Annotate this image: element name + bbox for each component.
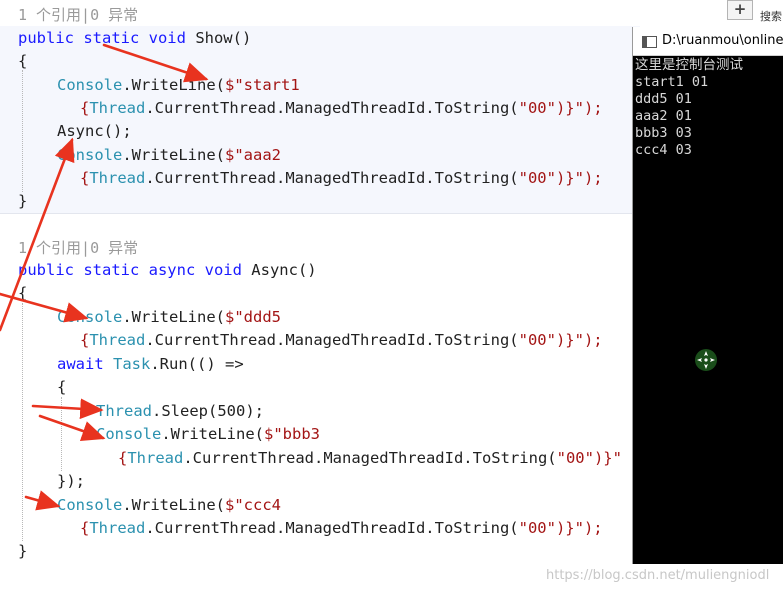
search-label[interactable]: 搜索 <box>760 8 783 26</box>
format-arg: "00" <box>556 449 594 467</box>
thread-id-expression[interactable]: {Thread.CurrentThread.ManagedThreadId.To… <box>80 167 603 190</box>
type-name: Thread <box>89 99 146 117</box>
watermark: https://blog.csdn.net/muliengniodl <box>546 568 770 583</box>
string-literal: aaa2 <box>243 146 281 164</box>
brace: { <box>118 449 128 467</box>
indent-guide <box>61 397 62 471</box>
tail: )}"); <box>555 99 603 117</box>
console-line: ccc4 03 <box>635 142 692 158</box>
type-name: Thread <box>89 169 146 187</box>
brace-close: } <box>18 542 28 560</box>
indent-guide <box>22 70 23 192</box>
add-button[interactable]: + <box>727 0 753 20</box>
method-call: .Sleep(500); <box>152 402 264 420</box>
interp-prefix: $" <box>224 308 244 326</box>
member-chain: .CurrentThread.ManagedThreadId.ToString( <box>145 99 519 117</box>
brace: { <box>80 99 90 117</box>
keyword: await <box>57 355 104 373</box>
console-window[interactable]: D:\ruanmou\online1 这里是控制台测试 start1 01 dd… <box>632 27 783 564</box>
await-task-run[interactable]: await Task.Run(() => <box>57 353 244 376</box>
method-call: .Run(() => <box>150 355 244 373</box>
method-name: Show() <box>185 29 252 47</box>
method-call: .WriteLine( <box>122 308 225 326</box>
thread-id-expression[interactable]: {Thread.CurrentThread.ManagedThreadId.To… <box>80 97 603 120</box>
method-call: .WriteLine( <box>122 76 225 94</box>
writeline-ddd5[interactable]: Console.WriteLine($"ddd5 <box>57 306 281 329</box>
tail: )}"); <box>555 519 603 537</box>
thread-id-expression-truncated[interactable]: {Thread.CurrentThread.ManagedThreadId.To… <box>118 447 622 470</box>
type-name: Console <box>57 146 123 164</box>
indent-guide <box>22 303 23 541</box>
thread-id-expression[interactable]: {Thread.CurrentThread.ManagedThreadId.To… <box>80 517 603 540</box>
method-name: Async() <box>241 261 317 279</box>
method-call: .WriteLine( <box>122 146 225 164</box>
member-chain: .CurrentThread.ManagedThreadId.ToString( <box>145 331 519 349</box>
console-output: 这里是控制台测试 start1 01 ddd5 01 aaa2 01 bbb3 … <box>635 57 783 159</box>
console-titlebar[interactable]: D:\ruanmou\online1 <box>633 27 783 56</box>
writeline-start1[interactable]: Console.WriteLine($"start1 <box>57 74 300 97</box>
type-name: Console <box>57 308 123 326</box>
type-name: Thread <box>89 331 146 349</box>
console-line: ddd5 01 <box>635 91 692 107</box>
thread-sleep[interactable]: Thread.Sleep(500); <box>96 400 264 423</box>
interp-prefix: $" <box>224 76 244 94</box>
tail: )}" <box>593 449 622 467</box>
console-line: aaa2 01 <box>635 108 692 124</box>
type-name: Console <box>57 496 123 514</box>
format-arg: "00" <box>518 519 556 537</box>
lambda-brace-open: { <box>57 378 67 396</box>
console-line: start1 01 <box>635 74 709 90</box>
brace: { <box>80 519 90 537</box>
lambda-brace-close: }); <box>57 472 85 490</box>
tail: )}"); <box>555 169 603 187</box>
type-name: Task <box>113 355 151 373</box>
show-signature[interactable]: public static void Show() <box>18 27 251 50</box>
member-chain: .CurrentThread.ManagedThreadId.ToString( <box>145 169 519 187</box>
async-call[interactable]: Async(); <box>57 120 132 143</box>
interp-prefix: $" <box>224 496 244 514</box>
crosshair-cursor-icon <box>695 349 717 371</box>
keyword: public static async void <box>18 261 242 279</box>
console-window-icon <box>642 36 657 48</box>
string-literal: start1 <box>243 76 300 94</box>
method-call: .WriteLine( <box>161 425 264 443</box>
brace: { <box>80 331 90 349</box>
member-chain: .CurrentThread.ManagedThreadId.ToString( <box>183 449 557 467</box>
brace: { <box>80 169 90 187</box>
member-chain: .CurrentThread.ManagedThreadId.ToString( <box>145 519 519 537</box>
type-name: Console <box>96 425 162 443</box>
writeline-ccc4[interactable]: Console.WriteLine($"ccc4 <box>57 494 281 517</box>
writeline-bbb3[interactable]: Console.WriteLine($"bbb3 <box>96 423 320 446</box>
interp-prefix: $" <box>224 146 244 164</box>
type-name: Thread <box>89 519 146 537</box>
format-arg: "00" <box>518 99 556 117</box>
console-line: bbb3 03 <box>635 125 692 141</box>
type-name: Console <box>57 76 123 94</box>
tail: )}"); <box>555 331 603 349</box>
method-call: .WriteLine( <box>122 496 225 514</box>
string-literal: bbb3 <box>282 425 320 443</box>
interp-prefix: $" <box>263 425 283 443</box>
writeline-aaa2[interactable]: Console.WriteLine($"aaa2 <box>57 144 281 167</box>
codelens-show[interactable]: 1 个引用|0 异常 <box>18 4 138 27</box>
brace-close: } <box>18 192 28 210</box>
type-name: Thread <box>96 402 152 420</box>
brace-open: { <box>18 284 28 302</box>
format-arg: "00" <box>518 169 556 187</box>
async-signature[interactable]: public static async void Async() <box>18 259 317 282</box>
string-literal: ddd5 <box>243 308 281 326</box>
keyword: public static void <box>18 29 186 47</box>
console-line: 这里是控制台测试 <box>635 57 743 73</box>
format-arg: "00" <box>518 331 556 349</box>
type-name: Thread <box>127 449 184 467</box>
thread-id-expression[interactable]: {Thread.CurrentThread.ManagedThreadId.To… <box>80 329 603 352</box>
console-title: D:\ruanmou\online1 <box>662 33 783 48</box>
codelens-async[interactable]: 1 个引用|0 异常 <box>18 237 138 260</box>
string-literal: ccc4 <box>243 496 281 514</box>
